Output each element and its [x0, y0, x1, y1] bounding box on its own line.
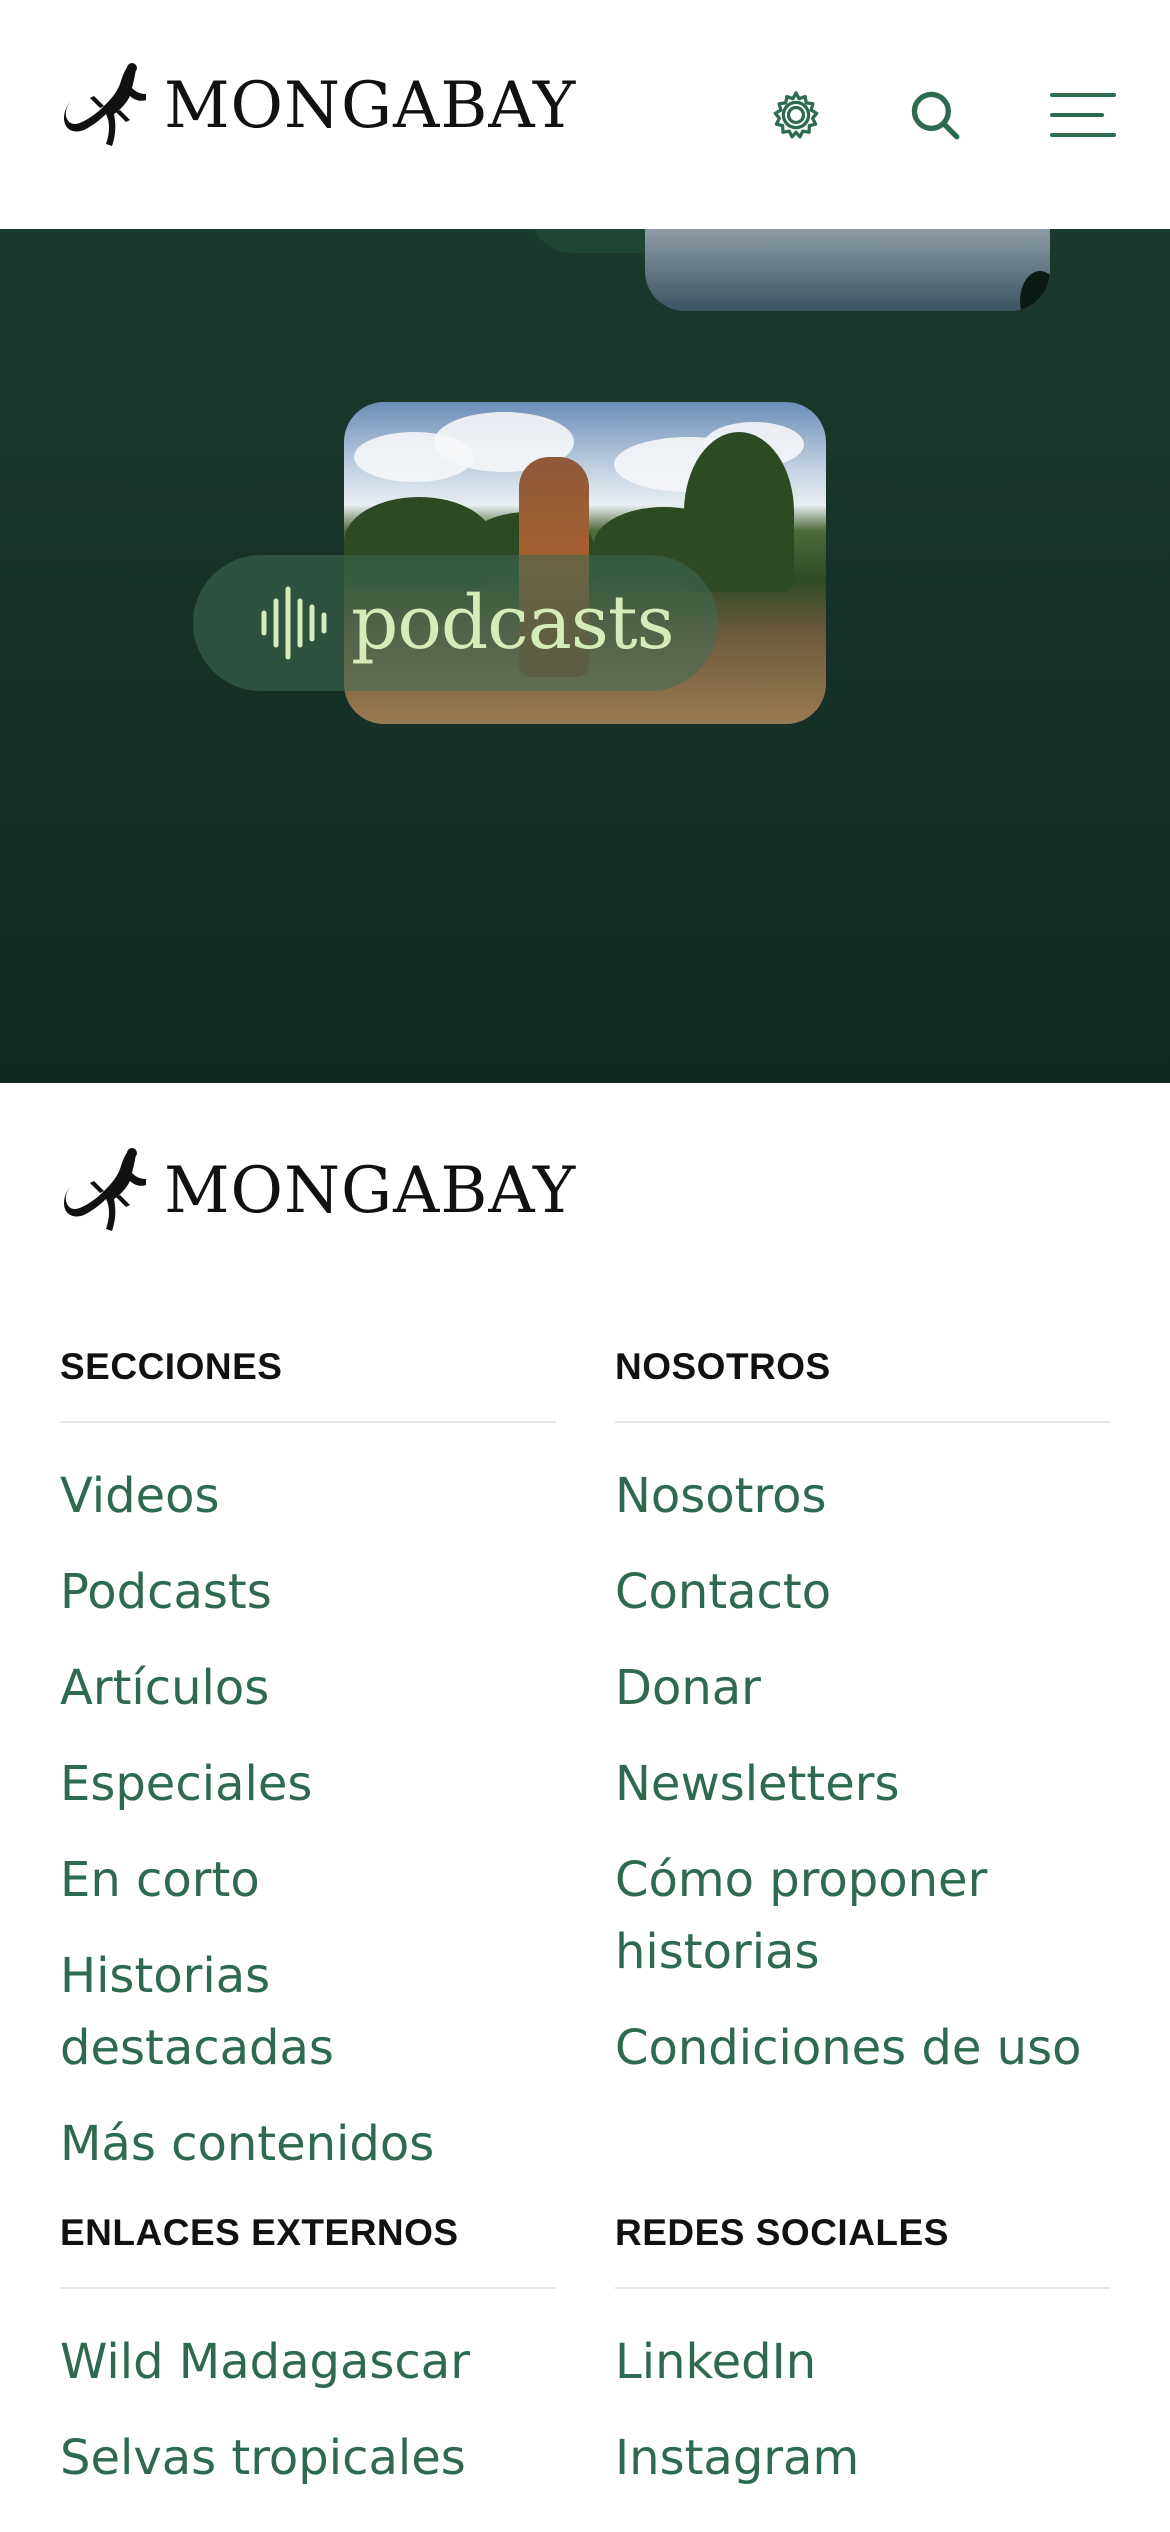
- footer-link-especiales[interactable]: Especiales: [60, 1748, 556, 1820]
- footer-link-mas-contenidos[interactable]: Más contenidos: [60, 2108, 556, 2180]
- footer-link-nosotros[interactable]: Nosotros: [615, 1460, 1110, 1532]
- footer-link-donar[interactable]: Donar: [615, 1652, 1110, 1724]
- footer-link-como-proponer-historias[interactable]: Cómo proponer historias: [615, 1844, 1110, 1988]
- search-icon: [911, 91, 960, 140]
- site-header: MONGABAY: [0, 0, 1170, 229]
- nosotros-heading: NOSOTROS: [615, 1346, 831, 1387]
- secciones-links: Videos Podcasts Artículos Especiales En …: [60, 1460, 556, 2204]
- footer-link-videos[interactable]: Videos: [60, 1460, 556, 1532]
- footer-logo-wordmark: MONGABAY: [164, 1154, 577, 1228]
- divider: [60, 2287, 556, 2289]
- footer-link-contacto[interactable]: Contacto: [615, 1556, 1110, 1628]
- enlaces-externos-links: Wild Madagascar Selvas tropicales: [60, 2326, 556, 2518]
- divider: [615, 1421, 1110, 1423]
- redes-sociales-links: LinkedIn Instagram: [615, 2326, 1110, 2518]
- footer-link-newsletters[interactable]: Newsletters: [615, 1748, 1110, 1820]
- nosotros-links: Nosotros Contacto Donar Newsletters Cómo…: [615, 1460, 1110, 2108]
- footer-link-selvas-tropicales[interactable]: Selvas tropicales: [60, 2422, 556, 2494]
- video-card-partial[interactable]: [645, 229, 1050, 311]
- footer-link-en-corto[interactable]: En corto: [60, 1844, 556, 1916]
- footer-link-linkedin[interactable]: LinkedIn: [615, 2326, 1110, 2398]
- redes-sociales-heading: REDES SOCIALES: [615, 2212, 949, 2253]
- hero-section: podcasts: [0, 229, 1170, 1083]
- hamburger-menu-icon: [1050, 93, 1116, 137]
- settings-button[interactable]: [761, 80, 831, 150]
- footer-link-historias-destacadas[interactable]: Historias destacadas: [60, 1940, 556, 2084]
- footer-link-instagram[interactable]: Instagram: [615, 2422, 1110, 2494]
- footer-link-articulos[interactable]: Artículos: [60, 1652, 556, 1724]
- footer-link-podcasts[interactable]: Podcasts: [60, 1556, 556, 1628]
- secciones-heading: SECCIONES: [60, 1346, 283, 1387]
- divider: [60, 1421, 556, 1423]
- logo-wordmark: MONGABAY: [164, 69, 577, 143]
- gear-icon: [773, 91, 819, 139]
- mongabay-logo[interactable]: MONGABAY: [60, 60, 576, 152]
- search-button[interactable]: [900, 80, 970, 150]
- podcasts-pill-label: podcasts: [351, 580, 675, 666]
- podcasts-pill-button[interactable]: podcasts: [193, 555, 718, 691]
- footer-link-wild-madagascar[interactable]: Wild Madagascar: [60, 2326, 556, 2398]
- audio-waveform-icon: [261, 586, 327, 660]
- menu-button[interactable]: [1048, 80, 1118, 150]
- enlaces-externos-heading: ENLACES EXTERNOS: [60, 2212, 459, 2253]
- divider: [615, 2287, 1110, 2289]
- gecko-logo-icon: [64, 1148, 146, 1231]
- footer-mongabay-logo[interactable]: MONGABAY: [60, 1145, 576, 1237]
- footer-link-condiciones-de-uso[interactable]: Condiciones de uso: [615, 2012, 1110, 2084]
- gecko-logo-icon: [64, 63, 146, 146]
